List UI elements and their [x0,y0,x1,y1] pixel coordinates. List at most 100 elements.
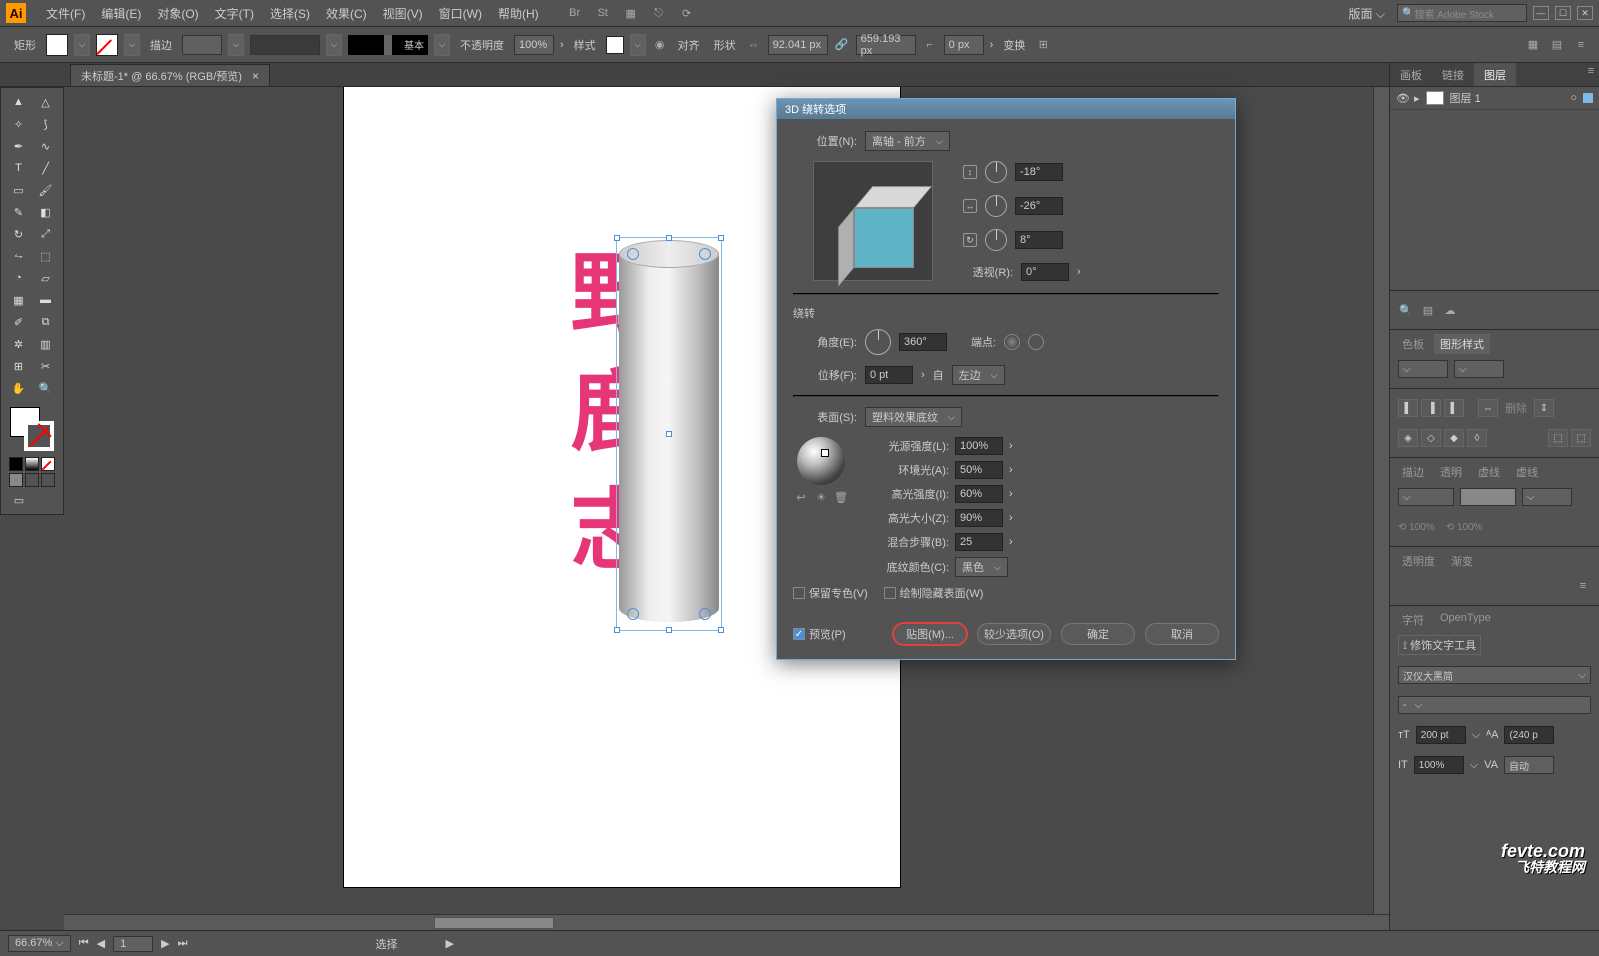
tab-links[interactable]: 链接 [1432,63,1474,86]
corner-widget-ne-icon[interactable] [699,248,711,260]
shape-builder-tool-icon[interactable]: ◔ [5,267,32,289]
perspective-tool-icon[interactable]: ▱ [32,267,59,289]
artboard-number-input[interactable]: 1 [113,936,153,952]
offset-more-icon[interactable]: › [921,369,925,381]
fill-dropdown[interactable]: ⌵ [74,34,90,56]
bs-more-icon[interactable]: › [1009,536,1013,548]
direct-selection-tool-icon[interactable]: △ [32,91,59,113]
tab-character[interactable]: 字符 [1396,610,1430,630]
stroke-dropdown[interactable]: ⌵ [124,34,140,56]
document-tab[interactable]: 未标题-1* @ 66.67% (RGB/预览) × [70,64,270,86]
x-input[interactable]: 92.041 px [768,35,828,55]
draw-normal-icon[interactable] [9,473,23,487]
pathfinder-exclude-icon[interactable]: ◊ [1467,429,1487,447]
tab-artboards[interactable]: 画板 [1390,63,1432,86]
tab-gradient[interactable]: 渐变 [1445,551,1479,571]
position-select[interactable]: 离轴 - 前方 [865,131,950,151]
eraser-tool-icon[interactable]: ◧ [32,201,59,223]
paintbrush-tool-icon[interactable]: 🖌 [32,179,59,201]
pathfinder-minus-icon[interactable]: ◇ [1421,429,1441,447]
stroke-d1[interactable]: ⌵ [1522,488,1572,506]
tab-swatches[interactable]: 色板 [1396,334,1430,354]
draw-hidden-checkbox[interactable]: 绘制隐藏表面(W) [884,585,984,601]
selection-handle-nw[interactable] [614,235,620,241]
tab-opentype[interactable]: OpenType [1434,610,1497,630]
lasso-tool-icon[interactable]: ⟆ [32,113,59,135]
selection-handle-se[interactable] [718,627,724,633]
swatch-dropdown[interactable]: ⌵ [1398,360,1448,378]
corner-more-icon[interactable]: › [990,39,994,51]
menu-window[interactable]: 窗口(W) [431,5,490,22]
highlight-intensity-input[interactable]: 60% [955,485,1003,503]
preview-checkbox[interactable]: ✓预览(P) [793,626,846,642]
stock-search-input[interactable]: 🔍 搜索 Adobe Stock [1397,4,1527,22]
kerning-select[interactable]: 自动 [1504,756,1554,774]
shade-color-select[interactable]: 黑色 [955,557,1008,577]
window-maximize-icon[interactable]: ☐ [1555,6,1571,20]
cloud-icon[interactable]: ⟳ [679,5,695,21]
map-art-button[interactable]: 贴图(M)... [893,623,967,645]
magic-wand-tool-icon[interactable]: ✧ [5,113,32,135]
artboard-nav-last-icon[interactable]: ⏭ [178,937,188,950]
rotate-y-dial[interactable] [985,195,1007,217]
blend-tool-icon[interactable]: ⧉ [32,311,59,333]
corner-widget-nw-icon[interactable] [627,248,639,260]
back-light-icon[interactable]: ↩ [793,489,809,505]
selection-bounding-box[interactable] [616,237,722,631]
stroke-val-dropdown[interactable]: ⌵ [1398,488,1454,506]
distribute-v-icon[interactable]: ⇕ [1534,399,1554,417]
tab-transparency2[interactable]: 透明度 [1396,551,1441,571]
brush-dropdown[interactable]: ⌵ [326,34,342,56]
opacity-more-icon[interactable]: › [560,39,564,51]
gradient-mode-icon[interactable] [25,457,39,471]
rotate-tool-icon[interactable]: ↻ [5,223,32,245]
y-input[interactable]: 659.193 px [856,35,916,55]
line-tool-icon[interactable]: ╱ [32,157,59,179]
stroke-weight-dropdown[interactable]: ⌵ [228,34,244,56]
prefs-icon[interactable]: ≡ [1573,37,1589,53]
style-dropdown[interactable]: ⌵ [630,34,646,56]
fill-stroke-control[interactable] [8,405,56,453]
cap-on-icon[interactable] [1004,334,1020,350]
tab-dash1[interactable]: 虚线 [1472,462,1506,482]
layer-target-icon[interactable]: ○ [1570,92,1577,104]
selection-center-icon[interactable] [666,431,672,437]
bridge-icon[interactable]: Br [567,5,583,21]
tracking-input[interactable]: 100% [1414,756,1464,774]
stroke-profile-select[interactable] [348,35,428,55]
stroke-weight-input[interactable] [182,35,222,55]
panel-menu2-icon[interactable]: ≡ [1575,578,1591,594]
selection-handle-sw[interactable] [614,627,620,633]
document-tab-close-icon[interactable]: × [252,69,259,83]
hs-more-icon[interactable]: › [1009,512,1013,524]
cap-off-icon[interactable] [1028,334,1044,350]
touch-type-button[interactable]: ⟟ 修饰文字工具 [1398,635,1481,655]
stock-icon[interactable]: St [595,5,611,21]
perspective-input[interactable]: 0° [1021,263,1069,281]
selection-tool-icon[interactable]: ▲ [5,91,32,113]
menu-edit[interactable]: 编辑(E) [93,5,149,22]
hand-tool-icon[interactable]: ✋ [5,377,32,399]
style-swatch[interactable] [606,36,624,54]
distribute-h-icon[interactable]: ⇔ [1478,399,1498,417]
search-icon[interactable]: 🔍 [1398,302,1414,318]
align-center-icon[interactable]: ▐ [1421,399,1441,417]
width-tool-icon[interactable]: ⥊ [5,245,32,267]
artboard-nav-next-icon[interactable]: ▶ [161,937,169,950]
status-more-icon[interactable]: ▶ [445,937,453,950]
doc-setup-icon[interactable]: ▤ [1549,37,1565,53]
gradient-tool-icon[interactable]: ▬ [32,289,59,311]
mesh-tool-icon[interactable]: ▦ [5,289,32,311]
corner-icon[interactable]: ⌐ [922,37,938,53]
none-mode-icon[interactable] [41,457,55,471]
preserve-spot-checkbox[interactable]: 保留专色(V) [793,585,868,601]
symbol-sprayer-tool-icon[interactable]: ✲ [5,333,32,355]
tab-stroke[interactable]: 描边 [1396,462,1430,482]
selection-handle-ne[interactable] [718,235,724,241]
angle-input[interactable]: 360° [899,333,947,351]
pathfinder-intersect-icon[interactable]: ◆ [1444,429,1464,447]
layer-visibility-icon[interactable]: 👁 [1396,92,1408,105]
swatch-dropdown-2[interactable]: ⌵ [1454,360,1504,378]
window-close-icon[interactable]: ✕ [1577,6,1593,20]
menu-effect[interactable]: 效果(C) [318,5,375,22]
